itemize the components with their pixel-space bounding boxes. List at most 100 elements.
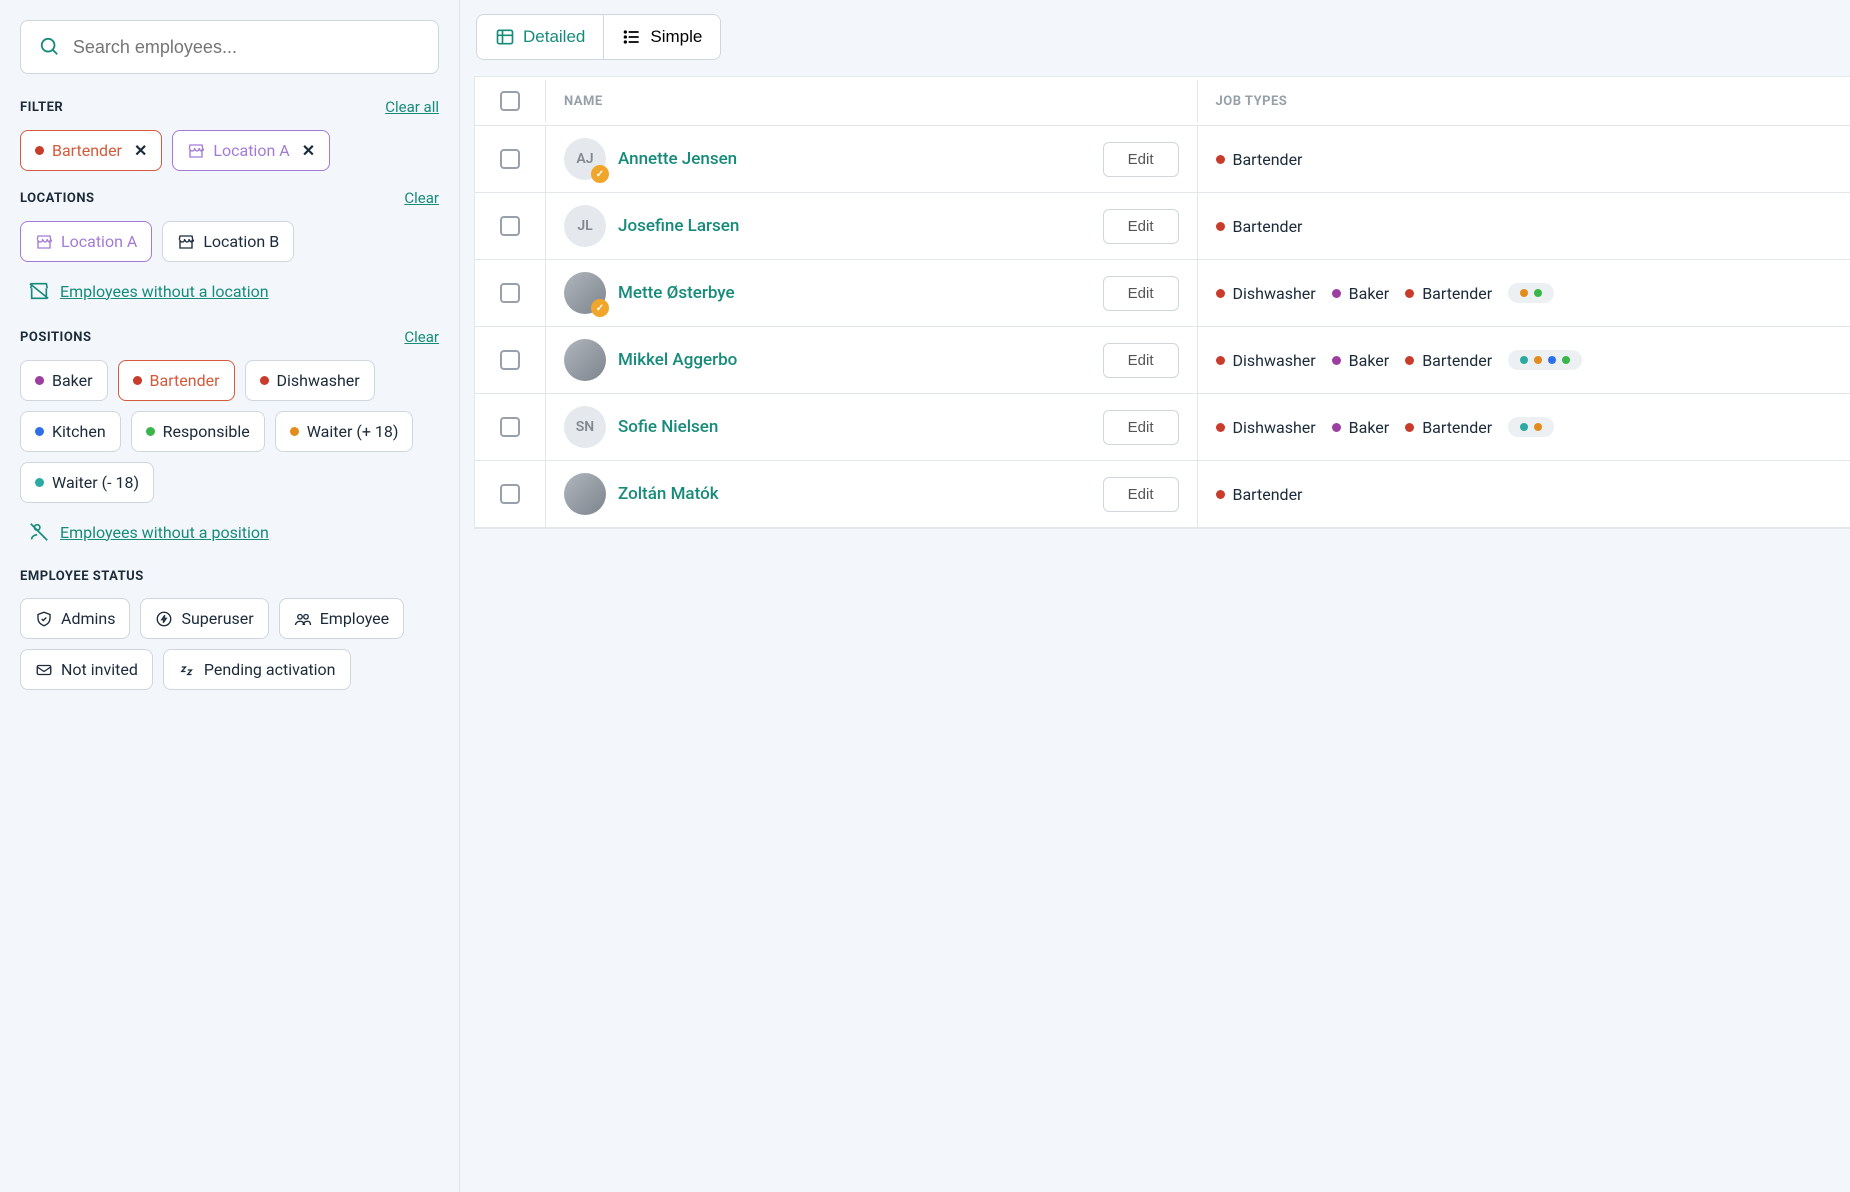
search-icon [39, 35, 61, 59]
dot-icon [1216, 490, 1225, 499]
bolt-icon [155, 610, 173, 628]
row-checkbox[interactable] [500, 350, 520, 370]
dot-icon [1216, 222, 1225, 231]
dot-icon [1520, 356, 1528, 364]
overflow-pill[interactable] [1508, 417, 1554, 437]
remove-filter-icon[interactable]: ✕ [134, 141, 147, 160]
dot-icon [35, 427, 44, 436]
active-filter-bartender[interactable]: Bartender ✕ [20, 130, 162, 171]
status-chip-superuser[interactable]: Superuser [140, 598, 268, 639]
position-chip-kitchen[interactable]: Kitchen [20, 411, 121, 452]
view-simple-button[interactable]: Simple [603, 15, 720, 59]
table-row: Zoltán Matók Edit Bartender [475, 461, 1850, 528]
edit-button[interactable]: Edit [1103, 343, 1179, 378]
search-box[interactable] [20, 20, 439, 74]
status-chip-admins[interactable]: Admins [20, 598, 130, 639]
status-chip-employee[interactable]: Employee [279, 598, 404, 639]
chip-label: Admins [61, 609, 115, 628]
chip-label: Superuser [181, 609, 253, 628]
row-checkbox[interactable] [500, 149, 520, 169]
row-checkbox[interactable] [500, 484, 520, 504]
dot-icon [1520, 423, 1528, 431]
job-tag: Baker [1332, 418, 1390, 437]
table-row: Mette Østerbye Edit DishwasherBakerBarte… [475, 260, 1850, 327]
overflow-pill[interactable] [1508, 350, 1582, 370]
chip-label: Employee [320, 609, 389, 628]
dot-icon [1332, 289, 1341, 298]
job-types-cell: Bartender [1216, 150, 1303, 169]
clear-locations-link[interactable]: Clear [404, 189, 439, 207]
employee-table: NAME JOB TYPES AJ Annette Jensen Edit Ba… [474, 76, 1850, 529]
position-chip-dishwasher[interactable]: Dishwasher [245, 360, 375, 401]
dot-icon [1216, 289, 1225, 298]
overflow-pill[interactable] [1508, 283, 1554, 303]
chip-label: Kitchen [52, 422, 106, 441]
status-title: EMPLOYEE STATUS [20, 569, 144, 584]
row-checkbox[interactable] [500, 216, 520, 236]
chip-label: Bartender [52, 141, 122, 160]
clear-all-link[interactable]: Clear all [385, 98, 439, 116]
edit-button[interactable]: Edit [1103, 142, 1179, 177]
job-tag: Dishwasher [1216, 351, 1316, 370]
status-chip-pending-activation[interactable]: Pending activation [163, 649, 351, 690]
row-checkbox[interactable] [500, 417, 520, 437]
table-row: JL Josefine Larsen Edit Bartender [475, 193, 1850, 260]
job-tag: Bartender [1216, 217, 1303, 236]
select-all-checkbox[interactable] [500, 91, 520, 111]
clear-positions-link[interactable]: Clear [404, 328, 439, 346]
column-name: NAME [545, 80, 1198, 123]
dot-icon [1405, 423, 1414, 432]
chip-label: Responsible [163, 422, 250, 441]
employee-name[interactable]: Annette Jensen [618, 149, 737, 169]
store-icon [177, 233, 195, 251]
view-label: Simple [650, 27, 702, 47]
location-chip-b[interactable]: Location B [162, 221, 294, 262]
edit-button[interactable]: Edit [1103, 477, 1179, 512]
job-tag: Bartender [1405, 418, 1492, 437]
position-chip-waiter-18-[interactable]: Waiter (+ 18) [275, 411, 414, 452]
employees-without-location-link[interactable]: Employees without a location [60, 282, 269, 301]
dot-icon [1562, 356, 1570, 364]
employee-name[interactable]: Mette Østerbye [618, 283, 735, 303]
chip-label: Waiter (- 18) [52, 473, 139, 492]
position-chip-bartender[interactable]: Bartender [118, 360, 235, 401]
dot-icon [35, 146, 44, 155]
dot-icon [1520, 289, 1528, 297]
row-checkbox[interactable] [500, 283, 520, 303]
dot-icon [1216, 423, 1225, 432]
position-chip-waiter-18-[interactable]: Waiter (- 18) [20, 462, 154, 503]
job-types-cell: Dishwasher Baker Bartender [1216, 417, 1555, 437]
positions-title: POSITIONS [20, 330, 91, 345]
avatar [564, 272, 606, 314]
dot-icon [1534, 356, 1542, 364]
view-detailed-button[interactable]: Detailed [477, 15, 603, 59]
main-content: Detailed Simple NAME JOB TYPES AJ Annett… [460, 0, 1850, 1192]
avatar: JL [564, 205, 606, 247]
active-filter-location-a[interactable]: Location A ✕ [172, 130, 330, 171]
job-types-cell: DishwasherBakerBartender [1216, 283, 1555, 303]
remove-filter-icon[interactable]: ✕ [302, 141, 315, 160]
search-input[interactable] [73, 37, 420, 58]
employee-name[interactable]: Zoltán Matók [618, 484, 719, 504]
position-chip-responsible[interactable]: Responsible [131, 411, 265, 452]
status-chip-not-invited[interactable]: Not invited [20, 649, 153, 690]
dot-icon [1534, 423, 1542, 431]
store-icon [35, 233, 53, 251]
job-tag: Bartender [1405, 284, 1492, 303]
job-tag: Baker [1332, 351, 1390, 370]
employee-name[interactable]: Josefine Larsen [618, 216, 739, 236]
job-tag: Dishwasher [1216, 418, 1316, 437]
edit-button[interactable]: Edit [1103, 209, 1179, 244]
chip-label: Dishwasher [277, 371, 360, 390]
position-chip-baker[interactable]: Baker [20, 360, 108, 401]
edit-button[interactable]: Edit [1103, 276, 1179, 311]
dot-icon [1332, 423, 1341, 432]
employee-name[interactable]: Mikkel Aggerbo [618, 350, 737, 370]
employees-without-position-link[interactable]: Employees without a position [60, 523, 269, 542]
edit-button[interactable]: Edit [1103, 410, 1179, 445]
location-chip-a[interactable]: Location A [20, 221, 152, 262]
column-job-types: JOB TYPES [1198, 80, 1850, 123]
employee-name[interactable]: Sofie Nielsen [618, 417, 718, 437]
dot-icon [35, 478, 44, 487]
filter-title: FILTER [20, 100, 63, 115]
